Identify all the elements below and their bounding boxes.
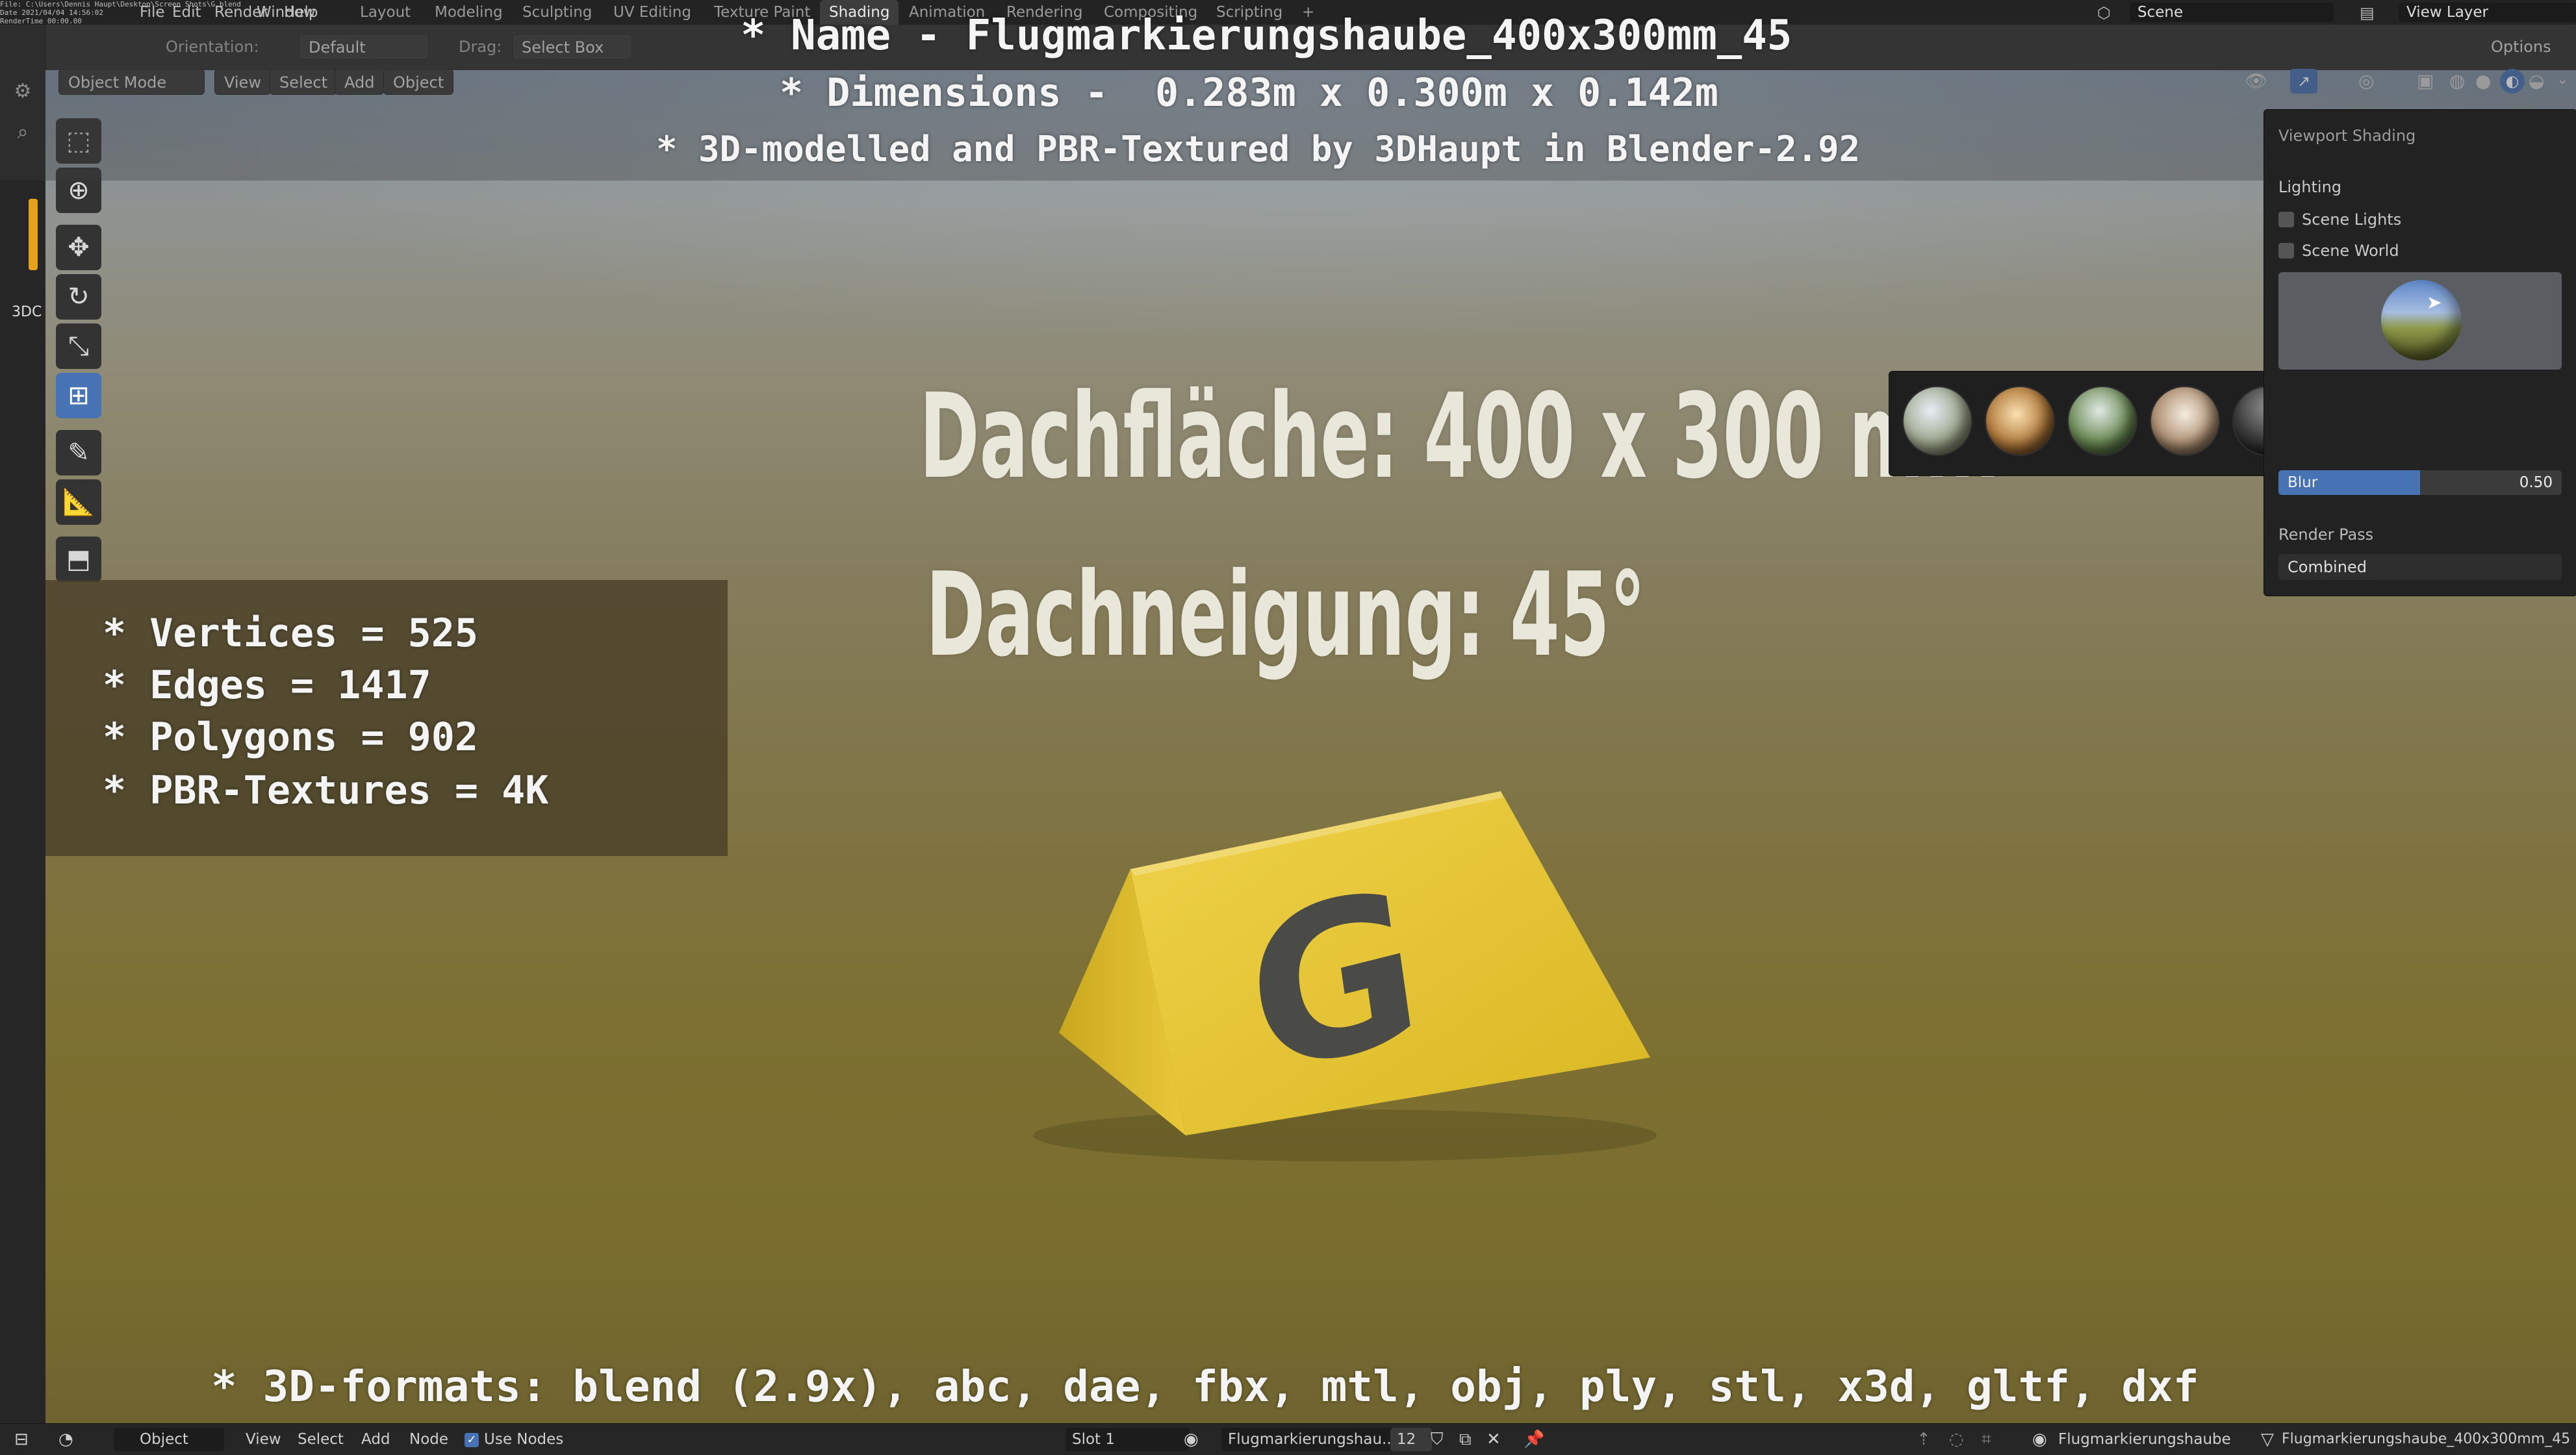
menu-add[interactable]: Add	[361, 1424, 390, 1455]
editor-mode-dropdown[interactable]: Object	[114, 1428, 224, 1451]
scene-world-label: Scene World	[2302, 242, 2399, 260]
menu-help[interactable]: Help	[284, 4, 318, 21]
scene-text-roof-pitch: Dachneigung: 45°	[926, 548, 1646, 682]
menu-file[interactable]: File	[140, 4, 165, 21]
duplicate-material-icon[interactable]: ⧉	[1459, 1424, 1472, 1455]
transform-tool-icon[interactable]: ⊞	[56, 373, 101, 418]
blur-label: Blur	[2288, 474, 2318, 491]
formats-text: * 3D-formats: blend (2.9x), abc, dae, fb…	[211, 1361, 2199, 1411]
hdri-preview[interactable]: ➤	[2278, 272, 2562, 370]
scene-text-roof-area: Dachfläche: 400 x 300 mm	[919, 369, 2000, 505]
tab-uv-editing[interactable]: UV Editing	[604, 0, 700, 25]
scene-lights-label: Scene Lights	[2302, 210, 2402, 229]
shader-type-icon[interactable]: ◔	[58, 1424, 73, 1455]
scene-lights-checkbox[interactable]: Scene Lights	[2278, 210, 2401, 229]
stat-vertices: * Vertices = 525	[103, 611, 478, 656]
model-name-text: * Name - Flugmarkierungshaube_400x300mm_…	[741, 12, 1792, 60]
hdri-thumbnail[interactable]	[2151, 387, 2219, 455]
mesh-data-icon[interactable]: ▽	[2261, 1424, 2274, 1455]
add-cube-tool-icon[interactable]: ⬒	[56, 537, 101, 582]
material-name-field[interactable]: Flugmarkierungshau...	[1221, 1428, 1397, 1451]
check-icon[interactable]: ✓	[465, 1432, 479, 1447]
use-nodes-toggle[interactable]: ✓ Use Nodes	[465, 1424, 563, 1455]
view-layer-icon[interactable]: ▤	[2360, 4, 2375, 22]
checkbox-icon[interactable]	[2278, 212, 2294, 227]
tab-modeling[interactable]: Modeling	[426, 0, 512, 25]
viewport-toolbar: ⬚ ⊕ ✥ ↻ ⤡ ⊞ ✎ 📐 ⬒	[56, 114, 110, 586]
node-editor-header: ⊟ ◔ Object View Select Add Node ✓ Use Nod…	[0, 1423, 2576, 1455]
use-nodes-label: Use Nodes	[484, 1431, 564, 1448]
object-icon[interactable]: ◉	[2032, 1424, 2047, 1455]
mouse-cursor-icon: ➤	[2427, 292, 2442, 313]
object-name-dropdown[interactable]: Flugmarkierungshaube	[2058, 1424, 2231, 1455]
stat-pbr-textures: * PBR-Textures = 4K	[103, 768, 549, 813]
view-layer-selector[interactable]: View Layer	[2399, 3, 2576, 22]
editor-left-strip: ⚙ ⌕ 3DC	[0, 25, 46, 1423]
lighting-heading: Lighting	[2278, 178, 2342, 196]
render-pass-dropdown[interactable]: Combined	[2278, 554, 2562, 580]
overlay-toggle-icon[interactable]: ◌	[1949, 1424, 1964, 1455]
scene-selector[interactable]: Scene	[2130, 3, 2334, 22]
material-icon[interactable]: ◉	[1184, 1424, 1199, 1455]
marker-letter: G	[1234, 841, 1434, 1124]
model-dimensions-text: * Dimensions - 0.283m x 0.300m x 0.142m	[780, 70, 1718, 116]
menu-select[interactable]: Select	[298, 1424, 344, 1455]
menu-edit[interactable]: Edit	[172, 4, 201, 21]
menu-node[interactable]: Node	[409, 1424, 448, 1455]
material-users-count[interactable]: 12	[1390, 1428, 1432, 1451]
gizmo-icon[interactable]: ⌗	[1982, 1424, 1991, 1455]
close-icon[interactable]: ✕	[1486, 1424, 1501, 1455]
hdri-sphere[interactable]	[2381, 280, 2462, 361]
active-indicator	[29, 199, 38, 270]
measure-tool-icon[interactable]: 📐	[56, 479, 101, 525]
scale-tool-icon[interactable]: ⤡	[56, 323, 101, 369]
hdri-thumbnail[interactable]	[1904, 387, 1971, 455]
pin-icon[interactable]: 📌	[1524, 1424, 1544, 1455]
hdri-thumbnail[interactable]	[1986, 387, 2054, 455]
tab-layout[interactable]: Layout	[351, 0, 420, 25]
blur-slider[interactable]: Blur 0.50	[2278, 470, 2562, 495]
fake-user-icon[interactable]: ⛉	[1431, 1424, 1444, 1455]
menu-view[interactable]: View	[246, 1424, 281, 1455]
snap-icon[interactable]: ⇡	[1917, 1424, 1931, 1455]
slot-dropdown[interactable]: Slot 1	[1065, 1428, 1189, 1451]
rotate-tool-icon[interactable]: ↻	[56, 274, 101, 320]
editor-type-icon[interactable]: ⊟	[14, 1424, 29, 1455]
hdri-thumbnail[interactable]	[2069, 387, 2136, 455]
scene-icon[interactable]: ⬡	[2097, 4, 2111, 22]
mesh-data-name[interactable]: Flugmarkierungshaube_400x300mm_45	[2282, 1424, 2570, 1455]
render-pass-label: Render Pass	[2278, 525, 2374, 544]
popover-title: Viewport Shading	[2278, 127, 2416, 145]
flight-marker-model[interactable]: G	[955, 772, 1683, 1174]
move-tool-icon[interactable]: ✥	[56, 225, 101, 270]
viewport-shading-popover: Viewport Shading Lighting Scene Lights S…	[2264, 109, 2576, 596]
model-credit-text: * 3D-modelled and PBR-Textured by 3DHaup…	[656, 129, 1861, 170]
editor-label: 3DC	[12, 304, 42, 320]
blur-value: 0.50	[2519, 474, 2553, 491]
stat-polygons: * Polygons = 902	[103, 715, 478, 760]
annotate-tool-icon[interactable]: ✎	[56, 430, 101, 475]
tab-sculpting[interactable]: Sculpting	[513, 0, 601, 25]
checkbox-icon[interactable]	[2278, 243, 2294, 259]
stat-edges: * Edges = 1417	[103, 663, 431, 708]
scene-world-checkbox[interactable]: Scene World	[2278, 242, 2399, 260]
